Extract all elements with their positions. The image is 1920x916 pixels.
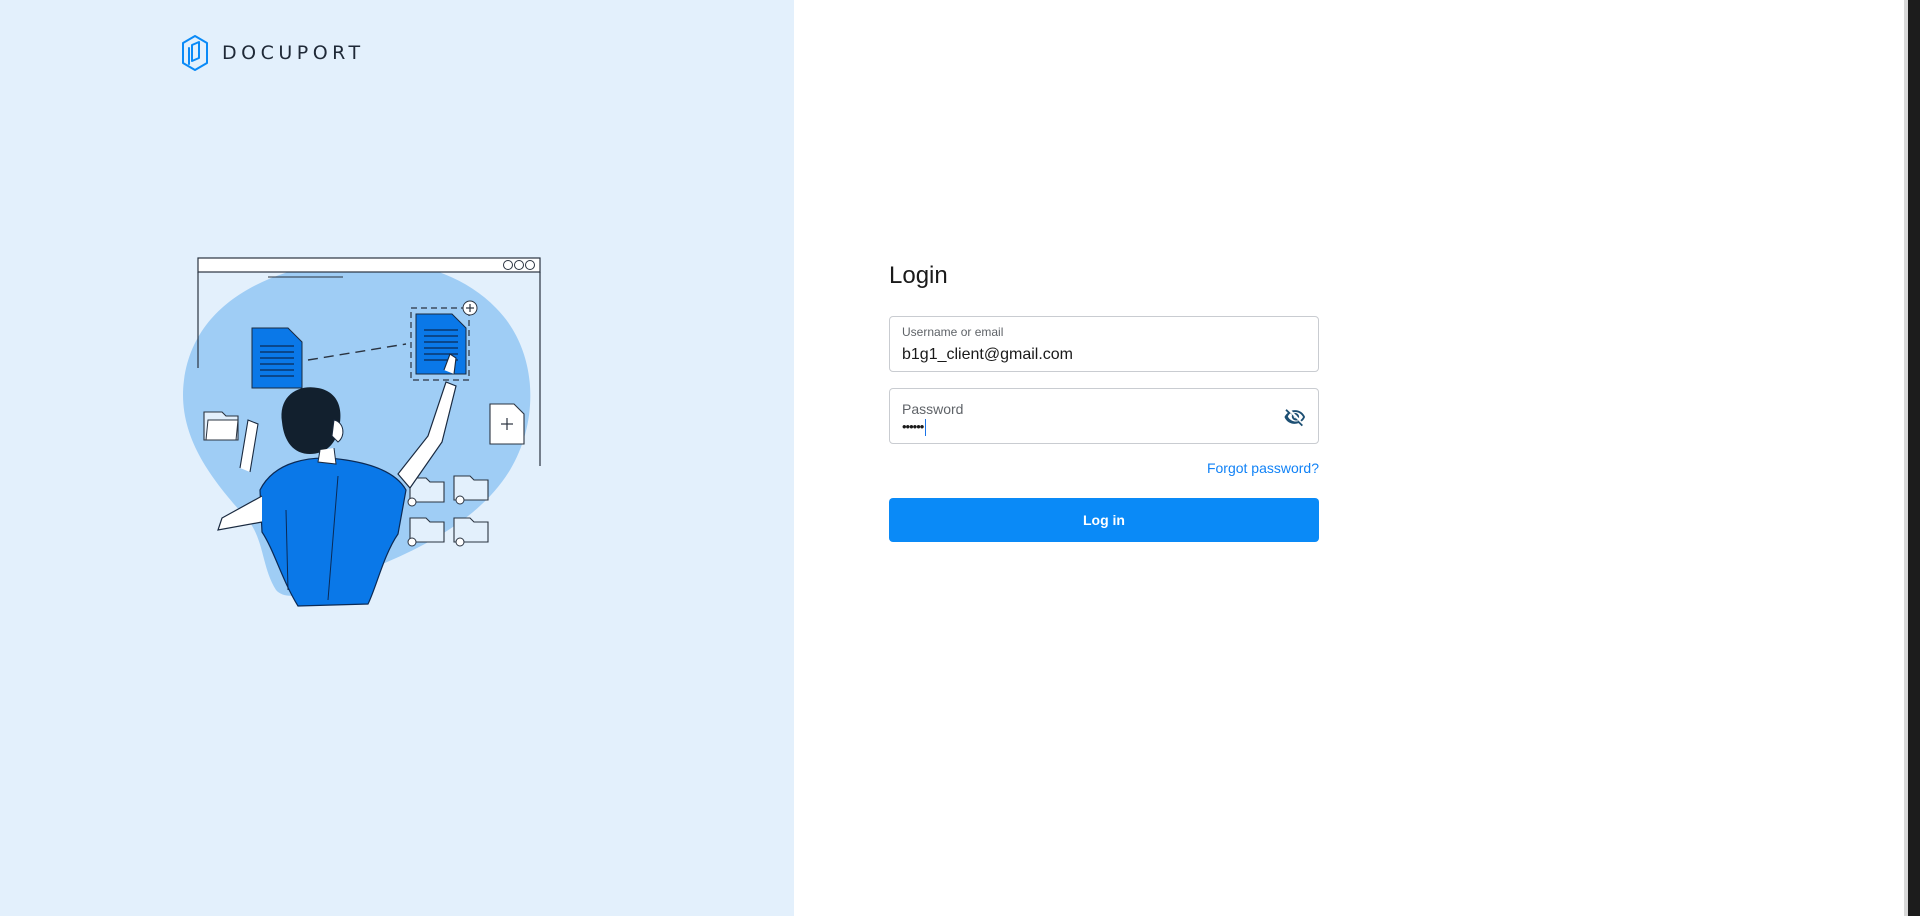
username-field[interactable]: Username or email b1g1_client@gmail.com — [889, 316, 1319, 372]
login-form: Login Username or email b1g1_client@gmai… — [889, 256, 1319, 542]
branding-panel: DOCUPORT — [0, 0, 794, 916]
window-edge-scrollbar — [1904, 0, 1920, 916]
toggle-password-visibility-button[interactable] — [1284, 406, 1306, 428]
page-title: Login — [889, 262, 948, 289]
password-label: Password — [902, 401, 964, 417]
username-input[interactable]: b1g1_client@gmail.com — [902, 346, 1073, 364]
forgot-password-row: Forgot password? — [889, 460, 1319, 488]
docuport-logo-icon — [182, 35, 208, 71]
person-organizing-documents-illustration — [183, 257, 541, 607]
password-field[interactable]: Password •••••• — [889, 388, 1319, 444]
username-label: Username or email — [902, 325, 1004, 339]
login-button[interactable]: Log in — [889, 498, 1319, 542]
forgot-password-link[interactable]: Forgot password? — [1207, 460, 1319, 476]
brand-name: DOCUPORT — [222, 42, 365, 64]
eye-off-icon — [1284, 409, 1306, 427]
password-masked-value: •••••• — [902, 419, 924, 434]
brand-logo[interactable]: DOCUPORT — [180, 34, 365, 72]
password-input[interactable]: •••••• — [902, 419, 927, 437]
text-caret — [925, 419, 927, 437]
